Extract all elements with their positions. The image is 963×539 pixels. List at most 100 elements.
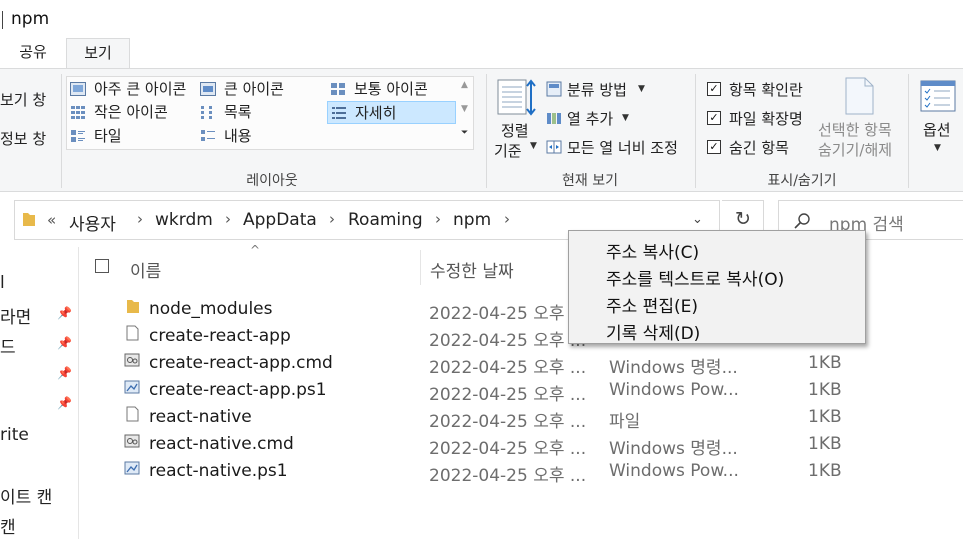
options-button[interactable]: 옵션: [923, 119, 951, 140]
details-pane-button[interactable]: 정보 창: [0, 128, 46, 149]
ribbon-separator: [486, 74, 487, 188]
file-size: 1KB: [808, 434, 842, 454]
size-all-columns-button[interactable]: 모든 열 너비 조정: [567, 137, 678, 158]
group-by-icon: [546, 81, 562, 97]
breadcrumb-roaming[interactable]: Roaming: [348, 210, 423, 230]
layout-medium-icons[interactable]: 보통 아이콘: [330, 78, 456, 101]
file-size: 1KB: [808, 407, 842, 427]
menu-item-delete-history[interactable]: 기록 삭제(D): [606, 319, 700, 344]
file-name[interactable]: create-react-app.cmd: [149, 353, 333, 373]
ribbon-tab-row: [0, 38, 963, 68]
select-all-checkbox[interactable]: [95, 259, 109, 273]
add-columns-icon: [546, 110, 562, 126]
hidden-items-label: 숨긴 항목: [729, 139, 789, 157]
breadcrumb-wkrdm[interactable]: wkrdm: [155, 210, 213, 230]
file-icon: [126, 325, 139, 341]
file-type: Windows Pow...: [609, 461, 739, 481]
layout-details[interactable]: 자세히: [327, 101, 456, 124]
file-date: 2022-04-25 오후 ...: [429, 385, 587, 405]
ribbon-separator: [61, 74, 62, 188]
layout-large-icons[interactable]: 큰 아이콘: [200, 78, 320, 101]
title-separator: [2, 11, 3, 29]
nav-item[interactable]: rite: [0, 425, 29, 445]
pin-icon: 📌: [57, 336, 72, 350]
chevron-right-icon[interactable]: ›: [435, 210, 441, 228]
tab-share[interactable]: 공유: [8, 38, 58, 68]
layout-content[interactable]: 내용: [200, 125, 320, 148]
file-name[interactable]: create-react-app.ps1: [149, 380, 327, 400]
add-columns-button[interactable]: 열 추가: [567, 108, 613, 129]
content-icon: [201, 130, 215, 141]
chevron-right-icon[interactable]: ›: [137, 210, 143, 228]
group-by-button[interactable]: 분류 방법: [567, 79, 627, 100]
folder-icon: [127, 300, 139, 313]
tiles-icon: [71, 130, 85, 142]
item-checkboxes-label: 항목 확인란: [729, 81, 803, 99]
hide-selected-label-1: 선택한 항목: [818, 121, 892, 139]
file-type: Windows 명령...: [609, 358, 738, 378]
file-type: Windows 명령...: [609, 439, 738, 459]
gallery-more-icon[interactable]: ⏷: [461, 128, 468, 138]
pin-icon: 📌: [57, 396, 72, 410]
layout-small-icons[interactable]: 작은 아이콘: [70, 101, 196, 124]
file-date: 2022-04-25 오후 ...: [429, 412, 587, 432]
sort-by-label-2: 기준: [494, 142, 522, 160]
layout-tiles[interactable]: 타일: [70, 125, 196, 148]
item-checkboxes-checkbox[interactable]: ✓: [707, 82, 721, 96]
medium-icons-icon: [331, 83, 345, 95]
file-type: Windows Pow...: [609, 380, 739, 400]
layout-extra-large-icons[interactable]: 아주 큰 아이콘: [70, 78, 196, 101]
small-icons-icon: [71, 106, 85, 119]
sort-icon: [497, 79, 536, 116]
address-history-dropdown-icon[interactable]: ⌄: [692, 212, 703, 227]
nav-item[interactable]: l: [0, 273, 5, 293]
hidden-items-checkbox[interactable]: ✓: [707, 140, 721, 154]
menu-item-copy-address[interactable]: 주소 복사(C): [606, 238, 699, 263]
column-header-date[interactable]: 수정한 날짜: [430, 257, 514, 282]
nav-item[interactable]: 라면: [0, 303, 31, 328]
window-title: npm: [11, 9, 50, 29]
menu-item-edit-address[interactable]: 주소 편집(E): [606, 292, 698, 317]
file-name[interactable]: react-native.ps1: [149, 461, 288, 481]
chevron-right-icon[interactable]: ›: [329, 210, 335, 228]
file-date: 2022-04-25 오후 ...: [429, 304, 587, 324]
file-date: 2022-04-25 오후 ...: [429, 331, 587, 351]
file-size: 1KB: [808, 380, 842, 400]
group-label-current-view: 현재 보기: [562, 173, 618, 189]
options-icon: [920, 80, 956, 112]
preview-pane-button[interactable]: 보기 창: [0, 89, 46, 110]
chevron-right-icon[interactable]: ›: [504, 210, 510, 228]
chevron-right-icon[interactable]: ›: [225, 210, 231, 228]
cmd-file-icon: [124, 353, 140, 367]
file-name[interactable]: node_modules: [149, 299, 273, 319]
ps1-file-icon: [124, 380, 140, 394]
scroll-down-icon[interactable]: ▼: [461, 104, 468, 114]
nav-item[interactable]: 이트 캔: [0, 483, 52, 508]
layout-list[interactable]: 목록: [200, 101, 320, 124]
menu-item-copy-address-as-text[interactable]: 주소를 텍스트로 복사(O): [606, 265, 784, 290]
tab-view[interactable]: 보기: [66, 38, 130, 68]
file-extensions-checkbox[interactable]: ✓: [707, 111, 721, 125]
breadcrumb-appdata[interactable]: AppData: [243, 210, 317, 230]
ps1-file-icon: [124, 461, 140, 475]
file-name[interactable]: create-react-app: [149, 326, 291, 346]
nav-item[interactable]: 캔: [0, 513, 16, 538]
column-divider[interactable]: [420, 250, 421, 285]
column-header-name[interactable]: 이름: [130, 257, 161, 282]
file-date: 2022-04-25 오후 ...: [429, 439, 587, 459]
breadcrumb-users[interactable]: 사용자: [69, 210, 116, 235]
sort-by-label-1: 정렬: [501, 122, 529, 140]
pin-icon: 📌: [57, 306, 72, 320]
scroll-up-icon[interactable]: ▲: [461, 80, 468, 90]
details-icon: [332, 107, 346, 119]
sort-by-button[interactable]: [496, 78, 536, 118]
breadcrumb-npm[interactable]: npm: [453, 210, 491, 230]
file-name[interactable]: react-native: [149, 407, 252, 427]
ribbon-separator: [695, 74, 696, 188]
ribbon-separator: [908, 74, 909, 188]
breadcrumb-overflow[interactable]: «: [47, 211, 56, 229]
file-name[interactable]: react-native.cmd: [149, 434, 294, 454]
layout-gallery-scroll[interactable]: ▲ ▼ ⏷: [458, 78, 474, 148]
file-type: 파일: [609, 412, 641, 432]
nav-item[interactable]: 드: [0, 333, 16, 358]
